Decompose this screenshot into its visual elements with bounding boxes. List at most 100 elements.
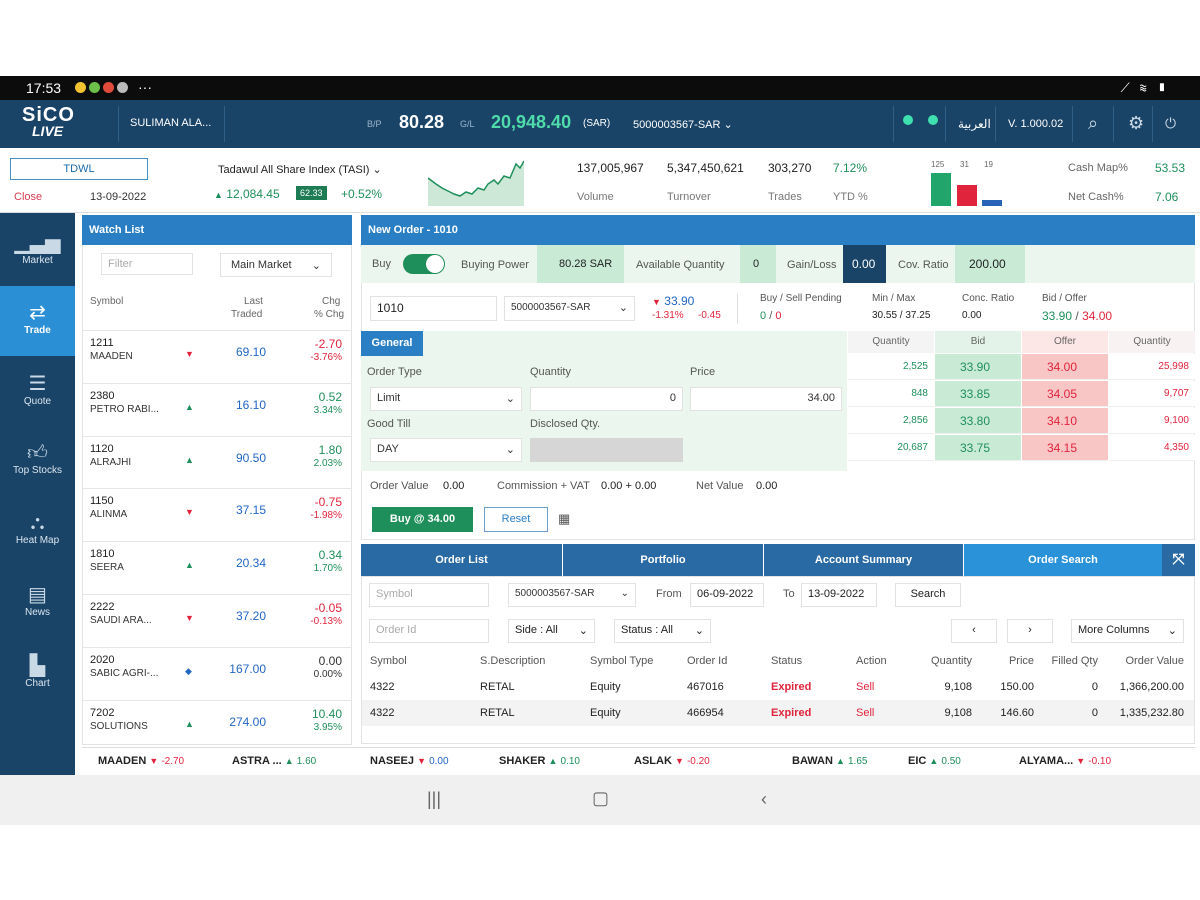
arrow-down-icon: ▼ <box>674 756 684 766</box>
bar-chart-icon: ▁▃▅ <box>14 232 61 254</box>
list-icon: ☰ <box>28 373 47 395</box>
to-label: To <box>783 588 795 600</box>
next-page-button[interactable]: › <box>1007 619 1053 643</box>
market-selector[interactable]: Main Market ⌄ <box>220 253 332 277</box>
depth-bid-qty[interactable]: 20,687 <box>848 435 934 461</box>
ticker-item[interactable]: EIC ▲ 0.50 <box>908 755 961 767</box>
ticker-item[interactable]: ASLAK ▼ -0.20 <box>634 755 710 767</box>
depth-offer-qty[interactable]: 4,350 <box>1109 435 1195 461</box>
ticker-item[interactable]: ASTRA ... ▲ 1.60 <box>232 755 316 767</box>
column-header[interactable]: Symbol <box>370 655 407 667</box>
search-symbol-input[interactable]: Symbol <box>369 583 489 607</box>
column-header[interactable]: Order Value <box>1126 655 1185 667</box>
back-icon[interactable]: ‹ <box>761 789 767 810</box>
depth-offer[interactable]: 34.05 <box>1022 381 1108 407</box>
nav-news[interactable]: ▤ News <box>0 568 75 638</box>
tab-account-summary[interactable]: Account Summary <box>764 544 963 576</box>
nav-quote[interactable]: ☰ Quote <box>0 357 75 427</box>
depth-bid-qty[interactable]: 2,856 <box>848 408 934 434</box>
depth-bid[interactable]: 33.90 <box>935 354 1021 380</box>
watchlist-row[interactable]: 1211 MAADEN ▼ 69.10 -2.70 -3.76% <box>82 330 352 382</box>
expand-icon[interactable]: ⤧ <box>1162 544 1195 576</box>
quantity-input[interactable]: 0 <box>530 387 683 411</box>
chevron-down-icon: ⌄ <box>618 302 628 314</box>
arrow-up-icon: ▲ <box>836 756 845 766</box>
watchlist-row[interactable]: 2380 PETRO RABI... ▲ 16.10 0.52 3.34% <box>82 382 352 435</box>
depth-offer[interactable]: 34.10 <box>1022 408 1108 434</box>
home-icon[interactable]: ▢ <box>592 788 609 809</box>
user-name[interactable]: SULIMAN ALA... <box>130 117 211 129</box>
depth-bid[interactable]: 33.75 <box>935 435 1021 461</box>
depth-header: Bid <box>935 331 1021 353</box>
gear-icon[interactable]: ⚙ <box>1128 113 1144 134</box>
watchlist-row[interactable]: 1120 ALRAJHI ▲ 90.50 1.80 2.03% <box>82 435 352 488</box>
nav-heat-map[interactable]: ⛬ Heat Map <box>0 498 75 568</box>
disclosed-qty-input[interactable] <box>530 438 683 462</box>
column-header[interactable]: Price <box>1009 655 1034 667</box>
buy-sell-toggle[interactable] <box>403 254 445 274</box>
to-date-input[interactable]: 13-09-2022 <box>801 583 877 607</box>
account-selector[interactable]: 5000003567-SAR ⌄ <box>633 118 733 131</box>
column-header[interactable]: Symbol Type <box>590 655 653 667</box>
order-symbol-input[interactable]: 1010 <box>370 296 497 321</box>
depth-bid-qty[interactable]: 848 <box>848 381 934 407</box>
column-header[interactable]: Status <box>771 655 802 667</box>
net-cash-value: 7.06 <box>1155 190 1179 204</box>
buy-button[interactable]: Buy @ 34.00 <box>372 507 473 532</box>
arrow-down-icon: ▼ <box>149 756 159 766</box>
depth-offer-qty[interactable]: 9,707 <box>1109 381 1195 407</box>
order-id-input[interactable]: Order Id <box>369 619 489 643</box>
from-date-input[interactable]: 06-09-2022 <box>690 583 764 607</box>
depth-bid-qty[interactable]: 2,525 <box>848 354 934 380</box>
ticker-item[interactable]: ALYAMA... ▼ -0.10 <box>1019 755 1111 767</box>
depth-offer-qty[interactable]: 25,998 <box>1109 354 1195 380</box>
index-selector[interactable]: Tadawul All Share Index (TASI) ⌄ <box>218 163 382 176</box>
column-header[interactable]: Order Id <box>687 655 727 667</box>
column-header[interactable]: Action <box>856 655 887 667</box>
power-icon[interactable]: ⏻ <box>1165 115 1176 132</box>
column-header[interactable]: S.Description <box>480 655 545 667</box>
search-icon[interactable]: ⌕ <box>1088 113 1098 134</box>
depth-offer[interactable]: 34.15 <box>1022 435 1108 461</box>
order-account-selector[interactable]: 5000003567-SAR ⌄ <box>504 296 635 321</box>
index-symbol-input[interactable]: TDWL <box>10 158 148 180</box>
nav-chart[interactable]: ▙ Chart <box>0 639 75 709</box>
good-till-select[interactable]: DAY ⌄ <box>370 438 522 462</box>
tab-order-list[interactable]: Order List <box>361 544 562 576</box>
watchlist-row[interactable]: 1810 SEERA ▲ 20.34 0.34 1.70% <box>82 541 352 593</box>
side-filter[interactable]: Side : All ⌄ <box>508 619 595 643</box>
order-type-select[interactable]: Limit ⌄ <box>370 387 522 411</box>
price-input[interactable]: 34.00 <box>690 387 842 411</box>
more-columns-dropdown[interactable]: More Columns ⌄ <box>1071 619 1184 643</box>
thumbs-up-icon: 👍︎ <box>27 442 48 464</box>
reset-button[interactable]: Reset <box>484 507 548 532</box>
search-button[interactable]: Search <box>895 583 961 607</box>
watchlist-row[interactable]: 2222 SAUDI ARA... ▼ 37.20 -0.05 -0.13% <box>82 594 352 646</box>
nav-trade[interactable]: ⇄ Trade <box>0 286 75 356</box>
ticker-item[interactable]: SHAKER ▲ 0.10 <box>499 755 580 767</box>
watchlist-row[interactable]: 1150 ALINMA ▼ 37.15 -0.75 -1.98% <box>82 488 352 540</box>
tab-order-search[interactable]: Order Search <box>964 544 1162 576</box>
nav-top-stocks[interactable]: 👍︎ Top Stocks <box>0 427 75 497</box>
depth-offer-qty[interactable]: 9,100 <box>1109 408 1195 434</box>
watchlist-row[interactable]: 2020 SABIC AGRI-... ◆ 167.00 0.00 0.00% <box>82 646 352 699</box>
column-header[interactable]: Filled Qty <box>1052 655 1098 667</box>
nav-market[interactable]: ▁▃▅ Market <box>0 216 75 286</box>
depth-offer[interactable]: 34.00 <box>1022 354 1108 380</box>
ticker-item[interactable]: NASEEJ ▼ 0.00 <box>370 755 449 767</box>
tab-general[interactable]: General <box>361 331 423 356</box>
watchlist-row[interactable]: 7202 SOLUTIONS ▲ 274.00 10.40 3.95% <box>82 699 352 752</box>
depth-bid[interactable]: 33.80 <box>935 408 1021 434</box>
ticker-item[interactable]: MAADEN ▼ -2.70 <box>98 755 184 767</box>
watchlist-filter-input[interactable]: Filter <box>101 253 193 275</box>
column-header[interactable]: Quantity <box>931 655 972 667</box>
prev-page-button[interactable]: ‹ <box>951 619 997 643</box>
recent-apps-icon[interactable]: ||| <box>427 789 441 810</box>
status-filter[interactable]: Status : All ⌄ <box>614 619 711 643</box>
depth-bid[interactable]: 33.85 <box>935 381 1021 407</box>
language-toggle[interactable]: العربية <box>958 117 991 131</box>
search-account-selector[interactable]: 5000003567-SAR ⌄ <box>508 583 636 607</box>
ticker-item[interactable]: BAWAN ▲ 1.65 <box>792 755 867 767</box>
calculator-icon[interactable]: ▦ <box>558 511 570 527</box>
tab-portfolio[interactable]: Portfolio <box>563 544 763 576</box>
